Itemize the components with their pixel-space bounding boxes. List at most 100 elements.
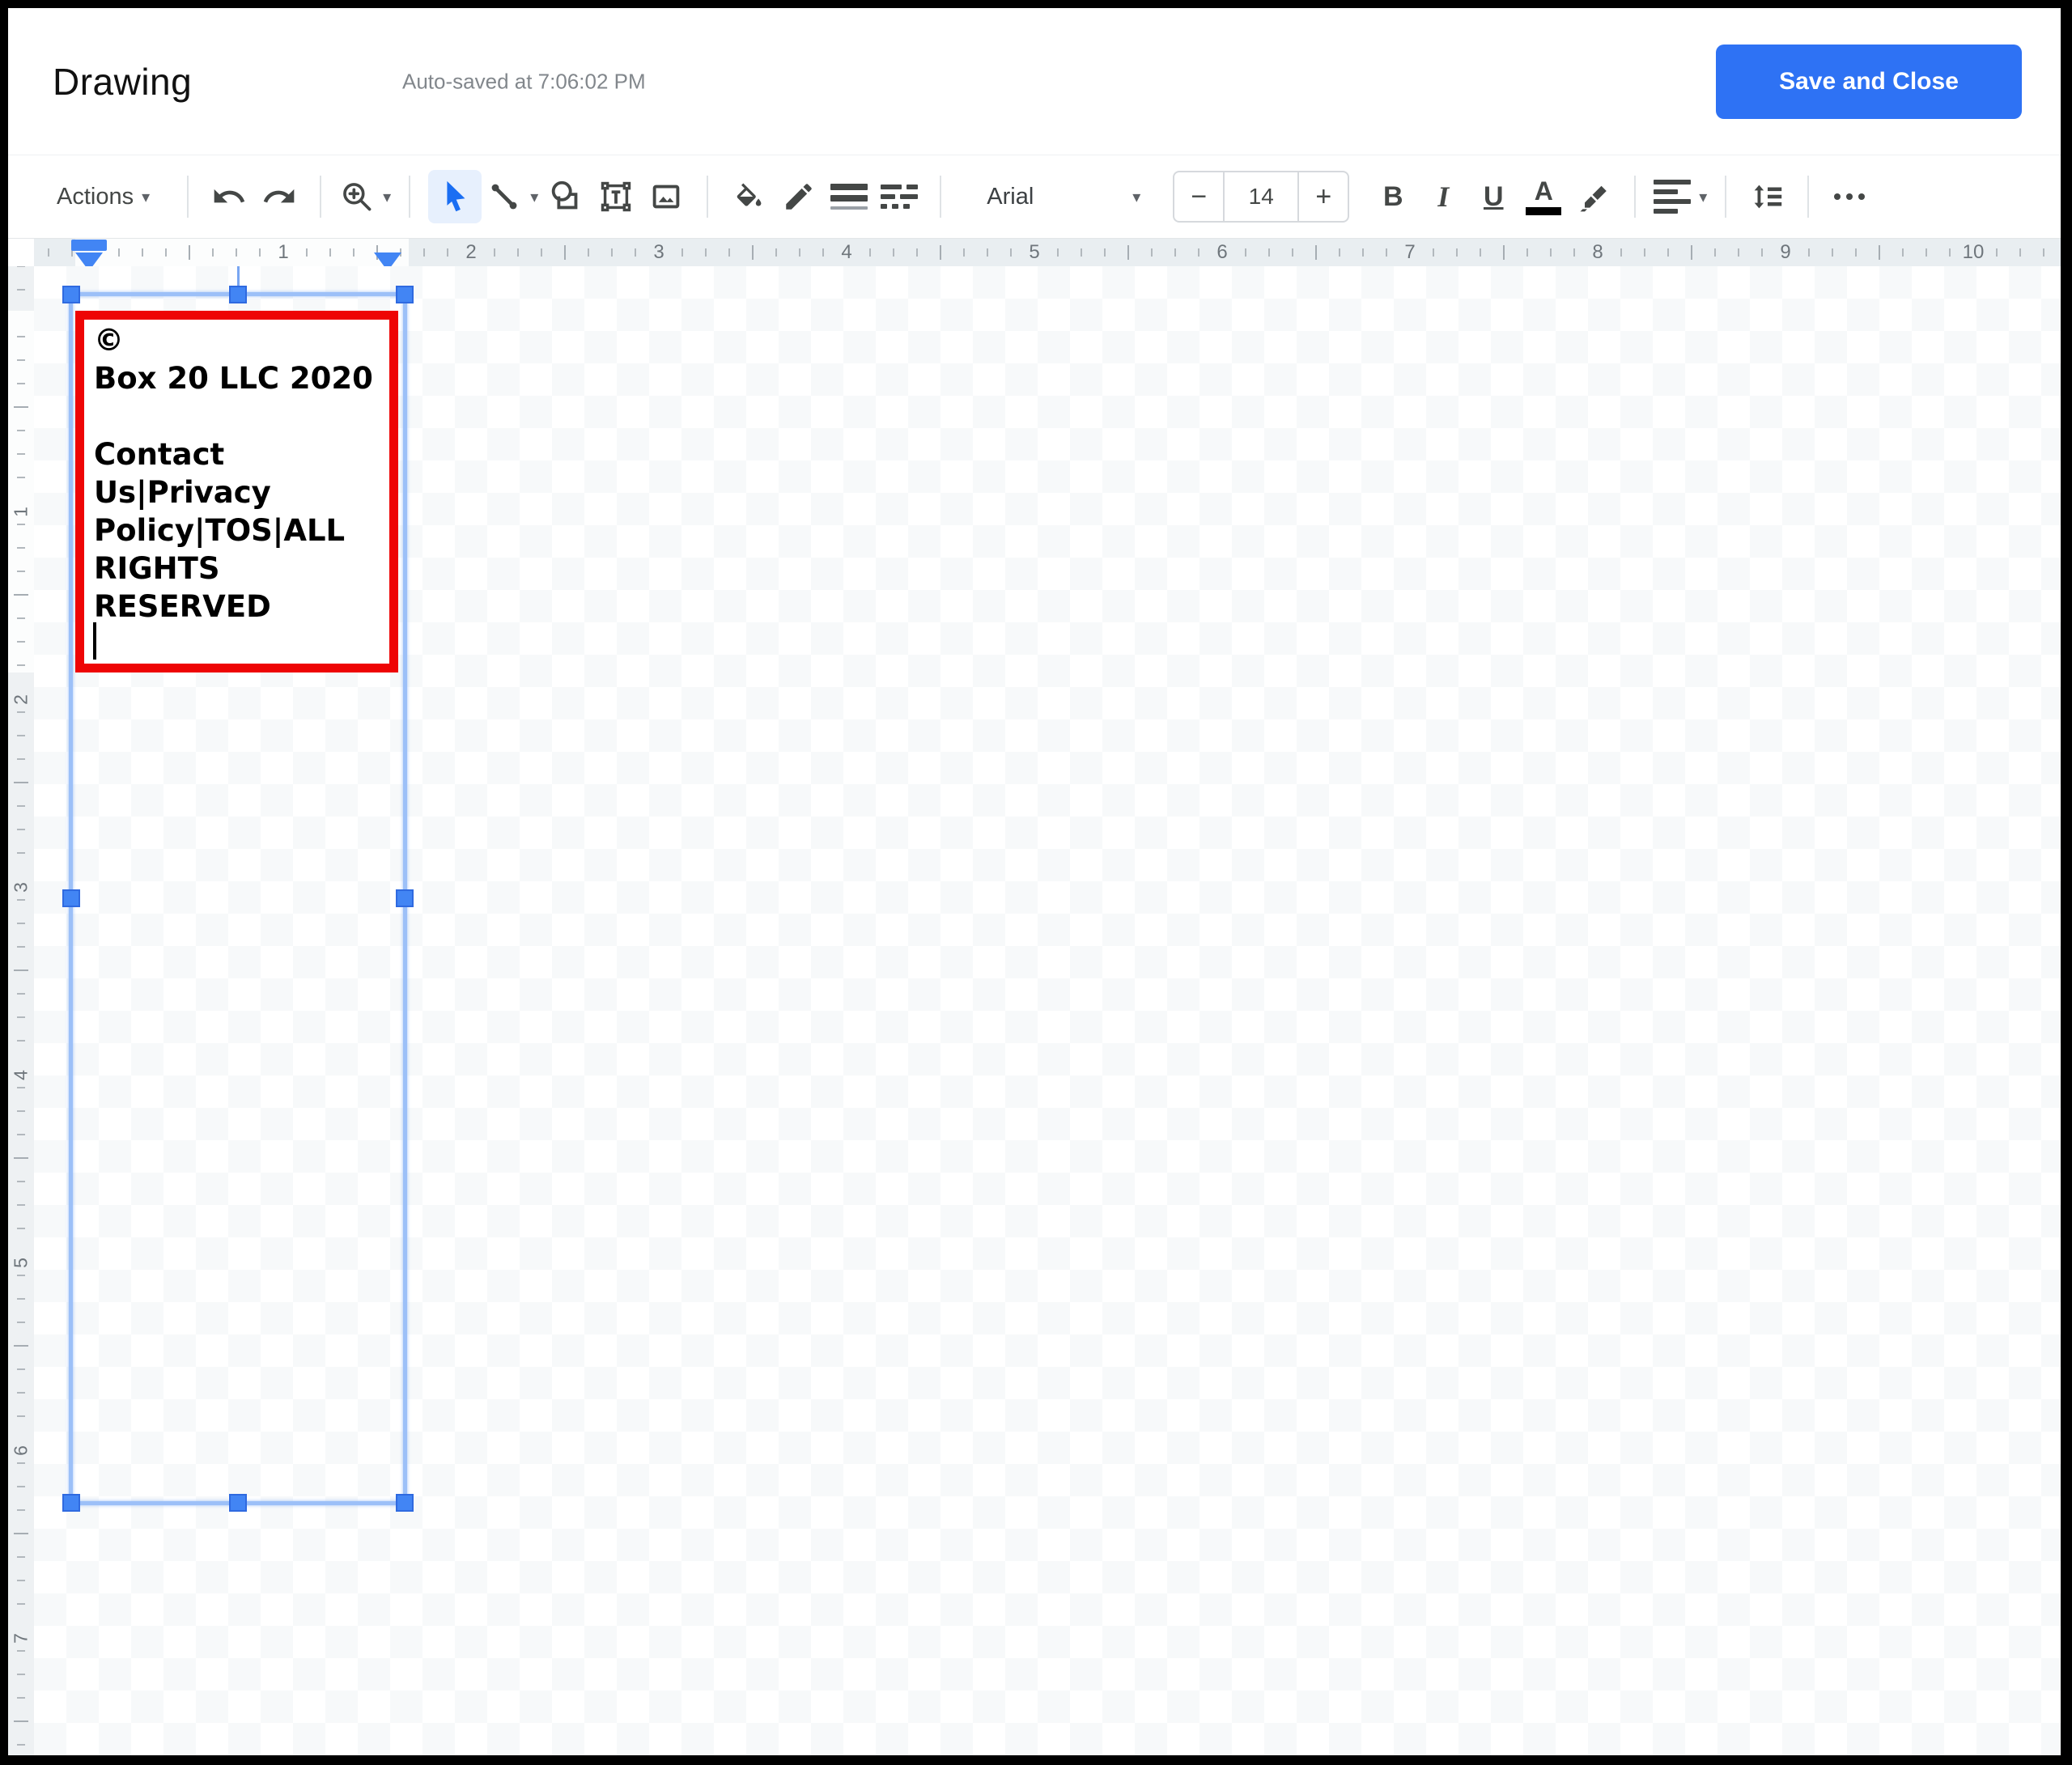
border-color-icon	[786, 184, 813, 210]
autosave-status: Auto-saved at 7:06:02 PM	[402, 69, 646, 93]
line-tool-button[interactable]: ▾	[486, 171, 538, 223]
line-spacing-button[interactable]	[1744, 171, 1790, 223]
undo-icon	[214, 189, 245, 203]
increase-font-size-button[interactable]: +	[1299, 172, 1348, 221]
ruler-number: 5	[10, 1258, 32, 1268]
current-text-color-swatch	[1526, 207, 1562, 215]
line-spacing-icon	[1754, 185, 1782, 209]
dialog-header: Drawing Auto-saved at 7:06:02 PM Save an…	[8, 8, 2061, 155]
drawing-canvas[interactable]: © Box 20 LLC 2020 Contact Us|Privacy Pol…	[34, 266, 2061, 1755]
selection-handle-top-right[interactable]	[396, 286, 414, 303]
align-icon	[1654, 180, 1692, 214]
font-size-value[interactable]: 14	[1223, 172, 1300, 221]
selection-handle-top-left[interactable]	[62, 286, 80, 303]
highlight-color-button[interactable]	[1571, 171, 1616, 223]
toolbar-divider	[1634, 176, 1637, 218]
toolbar-divider	[707, 176, 709, 218]
ruler-number: 10	[1962, 241, 1985, 263]
actions-menu-button[interactable]: Actions ▾	[49, 171, 158, 223]
toolbar-divider	[409, 176, 411, 218]
ruler-number: 9	[1780, 241, 1791, 263]
text-box[interactable]: © Box 20 LLC 2020 Contact Us|Privacy Pol…	[75, 311, 398, 672]
image-tool-icon	[652, 185, 680, 209]
toolbar-divider	[1725, 176, 1727, 218]
ruler-number: 4	[10, 1070, 32, 1080]
ruler-number: 7	[1404, 241, 1416, 263]
dropdown-caret-icon: ▾	[1699, 188, 1708, 206]
fill-color-button[interactable]	[726, 171, 771, 223]
ruler-number: 5	[1029, 241, 1040, 263]
shape-tool-button[interactable]	[543, 171, 588, 223]
zoom-in-icon	[343, 183, 372, 211]
text-box-tool-button[interactable]	[593, 171, 639, 223]
more-options-button[interactable]	[1827, 171, 1872, 223]
font-family-select[interactable]: Arial ▾	[975, 171, 1152, 223]
selection-handle-bottom-right[interactable]	[396, 1494, 414, 1512]
ruler-number: 3	[653, 241, 664, 263]
ruler-row: 1 2 3 4 5 6 7 8 9 10	[8, 239, 2061, 266]
dropdown-caret-icon: ▾	[530, 188, 539, 206]
vertical-ruler: 1 2 3 4 5 6 7	[8, 266, 34, 1755]
dialog-title: Drawing	[53, 60, 193, 103]
font-family-value: Arial	[987, 183, 1034, 210]
redo-icon	[263, 189, 295, 203]
toolbar: Actions ▾ ▾ ▾ Arial ▾ − 14 + B I U A ▾	[8, 155, 2061, 239]
highlight-icon	[1580, 185, 1607, 212]
border-weight-button[interactable]	[826, 171, 872, 223]
select-arrow-icon	[447, 180, 465, 212]
ruler-number: 2	[10, 694, 32, 705]
toolbar-divider	[940, 176, 942, 218]
bold-button[interactable]: B	[1370, 171, 1416, 223]
select-tool-button[interactable]	[428, 170, 482, 223]
left-indent-marker[interactable]	[75, 252, 103, 266]
undo-button[interactable]	[206, 171, 252, 223]
drawing-dialog: Drawing Auto-saved at 7:06:02 PM Save an…	[0, 0, 2072, 1765]
decrease-font-size-button[interactable]: −	[1174, 172, 1223, 221]
text-cursor	[93, 622, 96, 660]
ruler-number: 1	[10, 507, 32, 517]
toolbar-divider	[320, 176, 322, 218]
horizontal-ruler: 1 2 3 4 5 6 7 8 9 10	[34, 239, 2061, 266]
selection-handle-bottom-center[interactable]	[229, 1494, 247, 1512]
border-dash-button[interactable]	[877, 171, 922, 223]
italic-button[interactable]: I	[1420, 171, 1466, 223]
zoom-button[interactable]: ▾	[339, 171, 391, 223]
selection-handle-top-center[interactable]	[229, 286, 247, 303]
dropdown-caret-icon: ▾	[383, 188, 392, 206]
right-indent-marker[interactable]	[374, 252, 401, 266]
text-box-tool-icon	[601, 181, 631, 212]
text-color-button[interactable]: A	[1521, 171, 1566, 223]
ruler-number: 6	[1216, 241, 1228, 263]
actions-label: Actions	[57, 183, 134, 210]
work-area: 1 2 3 4 5 6 7 © Box 20 LLC 2020 Contact Us|Pri…	[8, 266, 2061, 1755]
border-weight-icon	[830, 184, 868, 210]
font-size-stepper: − 14 +	[1173, 171, 1350, 223]
ruler-highlight	[75, 239, 409, 266]
ruler-number: 6	[10, 1445, 32, 1456]
toolbar-divider	[1807, 176, 1810, 218]
first-line-indent-marker[interactable]	[71, 240, 107, 251]
selection-handle-bottom-left[interactable]	[62, 1494, 80, 1512]
dropdown-caret-icon: ▾	[142, 188, 151, 206]
ruler-number: 2	[465, 241, 477, 263]
text-color-icon: A	[1534, 176, 1553, 206]
dropdown-caret-icon: ▾	[1132, 188, 1141, 206]
align-button[interactable]: ▾	[1654, 171, 1707, 223]
image-tool-button[interactable]	[643, 171, 689, 223]
underline-button[interactable]: U	[1471, 171, 1516, 223]
shape-tool-icon	[552, 180, 578, 210]
redo-button[interactable]	[257, 171, 302, 223]
ruler-number: 8	[1592, 241, 1603, 263]
line-tool-icon	[491, 184, 517, 210]
ruler-number: 7	[10, 1633, 32, 1644]
save-and-close-button[interactable]: Save and Close	[1716, 44, 2022, 119]
more-icon	[1834, 193, 1841, 200]
selection-handle-middle-left[interactable]	[62, 889, 80, 907]
border-color-button[interactable]	[776, 171, 822, 223]
fill-color-icon	[737, 183, 762, 206]
selection-handle-middle-right[interactable]	[396, 889, 414, 907]
text-box-content: © Box 20 LLC 2020 Contact Us|Privacy Pol…	[94, 323, 373, 624]
toolbar-divider	[187, 176, 189, 218]
ruler-number: 4	[841, 241, 852, 263]
ruler-number: 3	[10, 882, 32, 893]
